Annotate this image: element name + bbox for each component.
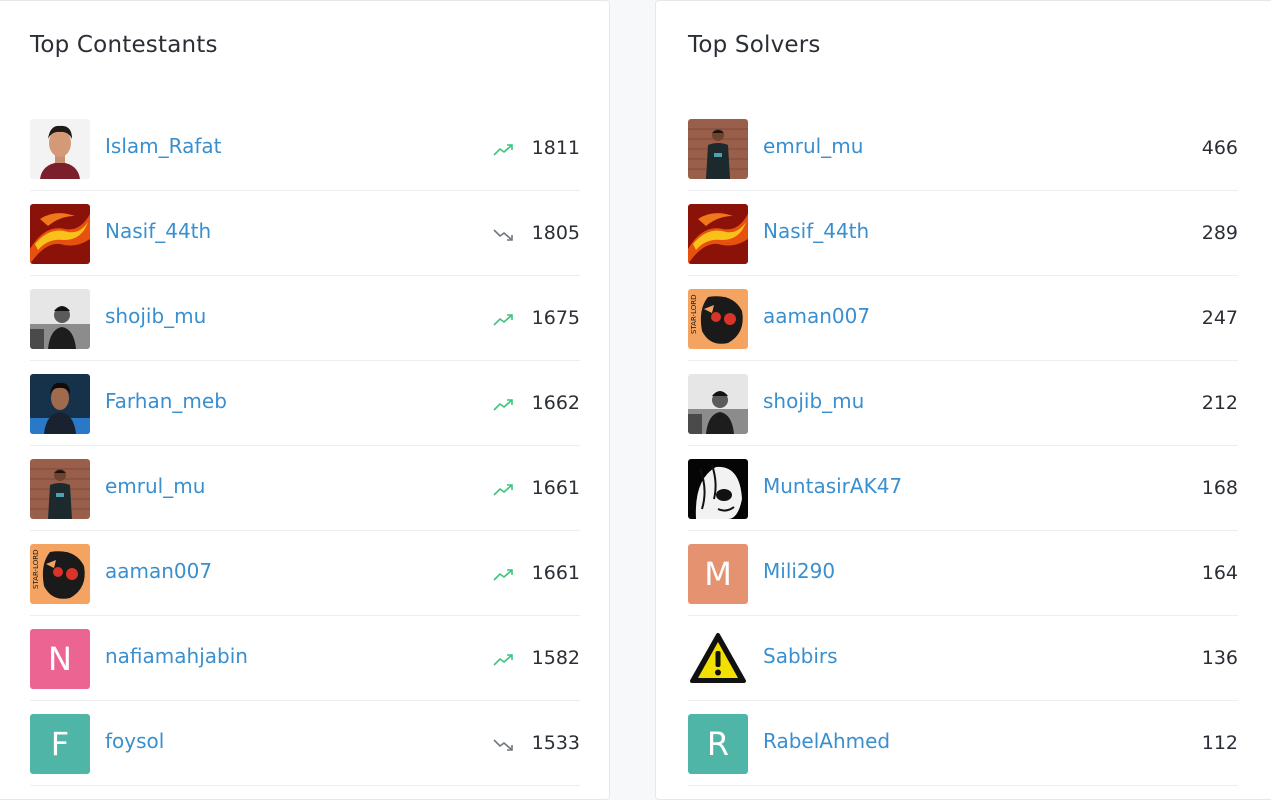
svg-text:STAR-LORD: STAR-LORD: [32, 550, 40, 589]
trend-icon: [493, 227, 515, 243]
solved-count: 212: [1201, 392, 1238, 414]
trend-icon: [493, 142, 515, 158]
avatar[interactable]: [688, 629, 748, 689]
trend-icon: [493, 567, 515, 583]
rating-value: 1662: [531, 392, 580, 414]
rating-value: 1533: [531, 732, 580, 754]
user-link[interactable]: Islam_Rafat: [105, 134, 221, 158]
avatar[interactable]: M: [688, 544, 748, 604]
top-contestants-card: Top Contestants Islam_Rafat 1811 Nasif_44…: [0, 0, 610, 800]
list-item: emrul_mu 466: [688, 106, 1238, 191]
rating-value: 1661: [531, 477, 580, 499]
user-link[interactable]: Farhan_meb: [105, 389, 227, 413]
list-item: M Mili290 164: [688, 531, 1238, 616]
list-item: STAR-LORD aaman007 247: [688, 276, 1238, 361]
avatar[interactable]: [30, 289, 90, 349]
list-item: MuntasirAK47 168: [688, 446, 1238, 531]
trend-icon: [493, 482, 515, 498]
avatar-initial: R: [706, 725, 730, 763]
user-link[interactable]: MuntasirAK47: [763, 474, 902, 498]
avatar[interactable]: [30, 374, 90, 434]
avatar[interactable]: STAR-LORD: [30, 544, 90, 604]
avatar[interactable]: F: [30, 714, 90, 774]
avatar[interactable]: [30, 119, 90, 179]
user-link[interactable]: Nasif_44th: [105, 219, 211, 243]
solved-count: 164: [1201, 562, 1238, 584]
list-item: shojib_mu 212: [688, 361, 1238, 446]
list-item: Ffoysol 1533: [30, 701, 580, 786]
rating-value: 1582: [531, 647, 580, 669]
top-contestants-title: Top Contestants: [30, 32, 218, 58]
avatar[interactable]: R: [688, 714, 748, 774]
solved-count: 289: [1201, 222, 1238, 244]
user-link[interactable]: foysol: [105, 729, 164, 753]
avatar[interactable]: [30, 204, 90, 264]
user-link[interactable]: emrul_mu: [763, 134, 863, 158]
trend-icon: [493, 652, 515, 668]
user-link[interactable]: nafiamahjabin: [105, 644, 248, 668]
avatar[interactable]: [688, 374, 748, 434]
list-item: Nnafiamahjabin 1582: [30, 616, 580, 701]
user-link[interactable]: RabelAhmed: [763, 729, 890, 753]
rating-value: 1811: [531, 137, 580, 159]
avatar[interactable]: STAR-LORD: [688, 289, 748, 349]
solvers-list: emrul_mu 466 Nasif_44th 289 STAR-LORD aaman…: [688, 106, 1238, 786]
avatar[interactable]: [688, 459, 748, 519]
user-link[interactable]: shojib_mu: [763, 389, 864, 413]
solved-count: 136: [1201, 647, 1238, 669]
avatar-initial: F: [50, 725, 70, 763]
solved-count: 168: [1201, 477, 1238, 499]
solved-count: 466: [1201, 137, 1238, 159]
avatar[interactable]: [30, 459, 90, 519]
user-link[interactable]: aaman007: [105, 559, 212, 583]
user-link[interactable]: aaman007: [763, 304, 870, 328]
list-item: R RabelAhmed 112: [688, 701, 1238, 786]
trend-icon: [493, 737, 515, 753]
list-item: emrul_mu 1661: [30, 446, 580, 531]
list-item: Sabbirs 136: [688, 616, 1238, 701]
trend-icon: [493, 312, 515, 328]
solved-count: 112: [1201, 732, 1238, 754]
avatar[interactable]: [688, 119, 748, 179]
rating-value: 1675: [531, 307, 580, 329]
list-item: Islam_Rafat 1811: [30, 106, 580, 191]
rating-value: 1661: [531, 562, 580, 584]
top-solvers-title: Top Solvers: [688, 32, 821, 58]
list-item: shojib_mu 1675: [30, 276, 580, 361]
list-item: Farhan_meb 1662: [30, 361, 580, 446]
top-solvers-card: Top Solvers emrul_mu 466 Nasif_44th 289 ST…: [655, 0, 1271, 800]
solved-count: 247: [1201, 307, 1238, 329]
user-link[interactable]: Mili290: [763, 559, 835, 583]
avatar-initial: N: [48, 640, 72, 678]
rating-value: 1805: [531, 222, 580, 244]
user-link[interactable]: Nasif_44th: [763, 219, 869, 243]
avatar[interactable]: N: [30, 629, 90, 689]
user-link[interactable]: emrul_mu: [105, 474, 205, 498]
list-item: Nasif_44th 289: [688, 191, 1238, 276]
list-item: Nasif_44th 1805: [30, 191, 580, 276]
svg-text:STAR-LORD: STAR-LORD: [690, 295, 698, 334]
list-item: STAR-LORD aaman007 1661: [30, 531, 580, 616]
trend-icon: [493, 397, 515, 413]
avatar[interactable]: [688, 204, 748, 264]
user-link[interactable]: Sabbirs: [763, 644, 838, 668]
avatar-initial: M: [704, 555, 732, 593]
contestants-list: Islam_Rafat 1811 Nasif_44th 1805 shojib_mu…: [30, 106, 580, 786]
user-link[interactable]: shojib_mu: [105, 304, 206, 328]
